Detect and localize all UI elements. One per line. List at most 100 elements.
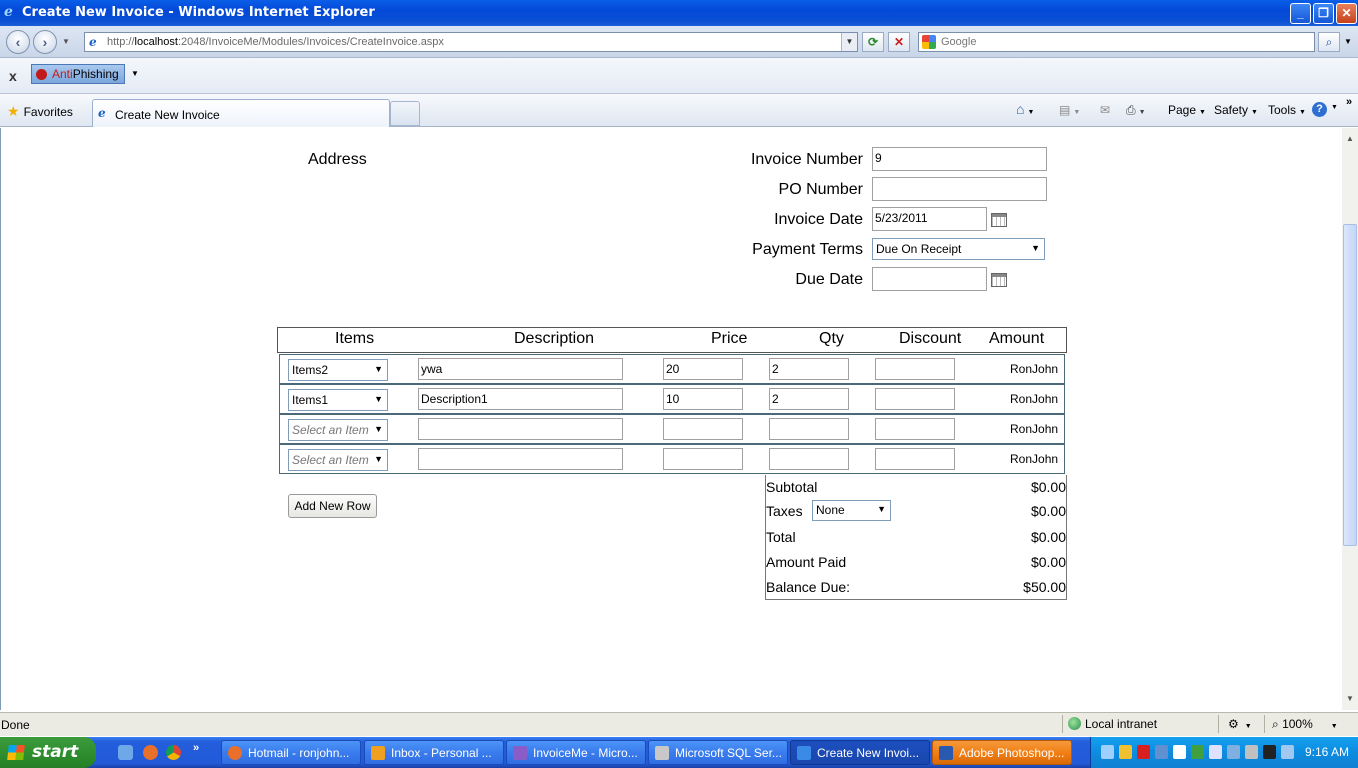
- item-select[interactable]: Items1 ▼: [288, 389, 388, 411]
- visual-studio-icon: [513, 746, 527, 760]
- tray-network-icon[interactable]: [1101, 745, 1114, 759]
- item-select[interactable]: Select an Item ▼: [288, 449, 388, 471]
- help-icon[interactable]: ?: [1312, 102, 1327, 117]
- taxes-select[interactable]: None ▼: [812, 500, 891, 521]
- qty-input[interactable]: [769, 448, 849, 470]
- home-icon[interactable]: ⌂ ▼: [1016, 101, 1034, 117]
- vertical-scrollbar[interactable]: ▲ ▼: [1342, 128, 1358, 710]
- photoshop-icon: [939, 746, 953, 760]
- discount-input[interactable]: [875, 448, 955, 470]
- chevron-more-icon[interactable]: »: [1346, 96, 1352, 108]
- search-input[interactable]: Google: [918, 32, 1315, 52]
- tray-app-icon[interactable]: [1173, 745, 1186, 759]
- item-select[interactable]: Select an Item ▼: [288, 419, 388, 441]
- tray-vmware-icon[interactable]: [1263, 745, 1276, 759]
- item-select[interactable]: Items2 ▼: [288, 359, 388, 381]
- search-icon[interactable]: ⌕: [1318, 32, 1340, 52]
- start-button[interactable]: start: [0, 737, 96, 768]
- price-input[interactable]: 20: [663, 358, 743, 380]
- tray-display-icon[interactable]: [1227, 745, 1240, 759]
- stop-button[interactable]: ✕: [888, 32, 910, 52]
- qty-input[interactable]: [769, 418, 849, 440]
- task-sql-server[interactable]: Microsoft SQL Ser...: [648, 740, 788, 765]
- totals-panel: Subtotal $0.00 Taxes None ▼ $0.00 Total $…: [765, 475, 1067, 600]
- tray-messenger-icon[interactable]: [1119, 745, 1132, 759]
- chevron-more-icon[interactable]: »: [193, 742, 199, 754]
- price-input[interactable]: 10: [663, 388, 743, 410]
- description-input[interactable]: Description1: [418, 388, 623, 410]
- tray-tool-icon[interactable]: [1155, 745, 1168, 759]
- safety-menu[interactable]: Safety ▼: [1214, 103, 1258, 117]
- url-text[interactable]: http://localhost:2048/InvoiceMe/Modules/…: [107, 36, 444, 48]
- antiphishing-dropdown-icon[interactable]: ▼: [131, 69, 139, 78]
- scroll-up-icon[interactable]: ▲: [1343, 132, 1357, 146]
- back-button[interactable]: ‹: [6, 30, 30, 54]
- description-input[interactable]: [418, 418, 623, 440]
- outlook-icon: [371, 746, 385, 760]
- tray-volume-icon[interactable]: [1245, 745, 1258, 759]
- tray-bluetooth-icon[interactable]: [1209, 745, 1222, 759]
- desktop-icon[interactable]: [118, 745, 133, 760]
- zoom-control[interactable]: ⌕ 100% ▼: [1272, 717, 1338, 732]
- tray-sync-icon[interactable]: [1281, 745, 1294, 759]
- add-new-row-button[interactable]: Add New Row: [288, 494, 377, 518]
- invoice-number-input[interactable]: 9: [872, 147, 1047, 171]
- taxes-value: $0.00: [1030, 503, 1066, 519]
- payment-terms-select[interactable]: Due On Receipt ▼: [872, 238, 1045, 260]
- discount-input[interactable]: [875, 418, 955, 440]
- task-create-invoice[interactable]: Create New Invoi...: [790, 740, 930, 765]
- tab-create-new-invoice[interactable]: e Create New Invoice: [92, 99, 390, 127]
- windows-logo-icon: [7, 745, 25, 760]
- search-options-icon[interactable]: ▼: [1344, 37, 1352, 46]
- new-tab-button[interactable]: [390, 101, 420, 126]
- address-bar[interactable]: e http://localhost:2048/InvoiceMe/Module…: [84, 32, 858, 52]
- discount-input[interactable]: [875, 358, 955, 380]
- security-zone[interactable]: Local intranet: [1068, 717, 1157, 731]
- refresh-button[interactable]: ⟳: [862, 32, 884, 52]
- due-date-input[interactable]: [872, 267, 987, 291]
- calendar-icon[interactable]: [991, 273, 1007, 287]
- description-input[interactable]: ywa: [418, 358, 623, 380]
- table-row: Select an Item ▼ RonJohn: [279, 414, 1065, 444]
- close-toolbar-button[interactable]: x: [9, 68, 17, 84]
- feeds-icon[interactable]: ▤ ▼: [1059, 103, 1080, 117]
- qty-input[interactable]: 2: [769, 358, 849, 380]
- qty-input[interactable]: 2: [769, 388, 849, 410]
- price-input[interactable]: [663, 448, 743, 470]
- maximize-button[interactable]: ❐: [1313, 3, 1334, 24]
- history-dropdown-icon[interactable]: ▼: [62, 37, 70, 46]
- page-menu[interactable]: Page ▼: [1168, 103, 1206, 117]
- minimize-button[interactable]: _: [1290, 3, 1311, 24]
- protected-mode-icon[interactable]: ⚙ ▼: [1228, 717, 1252, 731]
- amount-value: RonJohn: [1010, 452, 1059, 466]
- close-button[interactable]: ✕: [1336, 3, 1357, 24]
- firefox-icon: [228, 746, 242, 760]
- task-inbox[interactable]: Inbox - Personal ...: [364, 740, 504, 765]
- print-icon[interactable]: ⎙ ▼: [1126, 103, 1146, 118]
- tray-shield-icon[interactable]: [1137, 745, 1150, 759]
- invoice-date-input[interactable]: 5/23/2011: [872, 207, 987, 231]
- task-photoshop[interactable]: Adobe Photoshop...: [932, 740, 1072, 765]
- scroll-thumb[interactable]: [1343, 224, 1357, 546]
- task-hotmail[interactable]: Hotmail - ronjohn...: [221, 740, 361, 765]
- address-dropdown-icon[interactable]: ▼: [841, 33, 857, 51]
- discount-input[interactable]: [875, 388, 955, 410]
- description-input[interactable]: [418, 448, 623, 470]
- help-dropdown-icon[interactable]: ▼: [1331, 104, 1338, 111]
- read-mail-icon[interactable]: ✉: [1100, 103, 1110, 117]
- task-invoiceme[interactable]: InvoiceMe - Micro...: [506, 740, 646, 765]
- tools-menu[interactable]: Tools ▼: [1268, 103, 1306, 117]
- tray-green-icon[interactable]: [1191, 745, 1204, 759]
- firefox-icon[interactable]: [143, 745, 158, 760]
- po-number-input[interactable]: [872, 177, 1047, 201]
- scroll-down-icon[interactable]: ▼: [1343, 692, 1357, 706]
- price-input[interactable]: [663, 418, 743, 440]
- forward-button[interactable]: ›: [33, 30, 57, 54]
- antiphishing-button[interactable]: AntiPhishing: [31, 64, 125, 84]
- favorites-button[interactable]: ★ Favorites: [7, 103, 73, 120]
- phishing-label: Phishing: [72, 67, 119, 81]
- chevron-down-icon: ▼: [877, 504, 886, 514]
- calendar-icon[interactable]: [991, 213, 1007, 227]
- chrome-icon[interactable]: [166, 745, 181, 760]
- status-divider: [1218, 715, 1219, 733]
